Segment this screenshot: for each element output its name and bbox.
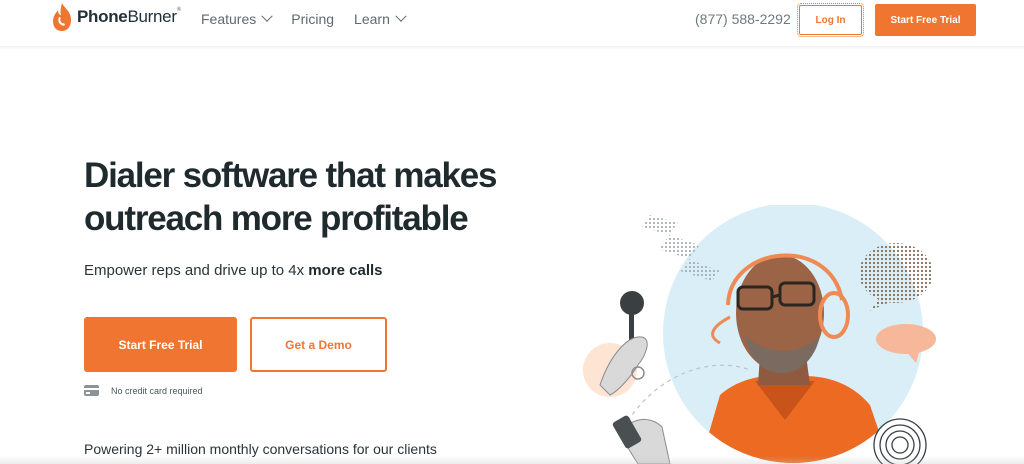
brand-name-bold: Phone bbox=[77, 7, 128, 26]
hero-subtitle: Empower reps and drive up to 4x more cal… bbox=[84, 262, 383, 279]
login-button[interactable]: Log In bbox=[797, 3, 864, 37]
no-credit-card-note: No credit card required bbox=[84, 385, 203, 396]
phoneburner-logo[interactable]: PhoneBurner® bbox=[50, 2, 181, 32]
no-credit-card-text: No credit card required bbox=[111, 385, 203, 396]
flame-phone-logo-icon bbox=[53, 3, 71, 31]
nav-item-label: Learn bbox=[354, 11, 390, 27]
nav-item-label: Pricing bbox=[291, 11, 335, 27]
phone-number-link[interactable]: (877) 588-2292 bbox=[695, 11, 791, 27]
hand-with-pin bbox=[599, 291, 648, 396]
hero-headline: Dialer software that makes outreach more… bbox=[84, 154, 544, 240]
main-menu: Features Pricing Learn bbox=[201, 10, 407, 27]
nav-item-features[interactable]: Features bbox=[201, 10, 273, 27]
powering-stat-text: Powering 2+ million monthly conversation… bbox=[84, 441, 437, 457]
nav-divider bbox=[0, 46, 1024, 50]
hero-headline-line2: outreach more profitable bbox=[84, 199, 469, 238]
credit-card-icon bbox=[84, 385, 99, 396]
hero-subtitle-prefix: Empower reps and drive up to 4x bbox=[84, 262, 309, 279]
chevron-down-icon bbox=[395, 10, 407, 22]
brand-name: PhoneBurner® bbox=[77, 7, 181, 27]
bottom-edge-shadow bbox=[0, 456, 1024, 464]
get-a-demo-button[interactable]: Get a Demo bbox=[250, 317, 387, 372]
hero-headline-line1: Dialer software that makes bbox=[84, 156, 498, 195]
start-free-trial-nav-button[interactable]: Start Free Trial bbox=[875, 4, 976, 36]
nav-item-pricing[interactable]: Pricing bbox=[291, 11, 334, 27]
hero-subtitle-bold: more calls bbox=[308, 262, 383, 279]
hero-illustration bbox=[583, 205, 936, 464]
chevron-down-icon bbox=[261, 10, 273, 22]
brand-name-light: Burner bbox=[127, 7, 177, 26]
start-free-trial-button[interactable]: Start Free Trial bbox=[84, 317, 237, 372]
trademark-mark: ® bbox=[176, 7, 181, 13]
nav-item-learn[interactable]: Learn bbox=[354, 10, 407, 27]
nav-item-label: Features bbox=[201, 11, 257, 27]
top-navigation: PhoneBurner® Features Pricing Learn (877… bbox=[0, 0, 1024, 46]
